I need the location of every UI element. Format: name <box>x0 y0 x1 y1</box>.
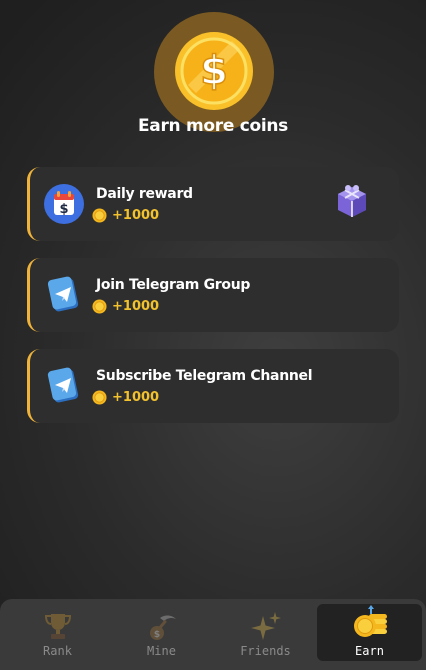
task-label: Daily reward <box>96 186 193 202</box>
task-reward: +1000 <box>92 299 159 314</box>
nav-label: Rank <box>43 644 72 658</box>
pickaxe-icon: $ <box>149 615 176 640</box>
coin-icon <box>92 299 107 314</box>
task-subscribe-telegram-channel[interactable]: Subscribe Telegram Channel +1000 <box>27 349 399 423</box>
coin-icon <box>92 390 107 405</box>
reward-amount: +1000 <box>112 390 160 405</box>
sparkles-icon <box>250 612 281 640</box>
nav-label: Friends <box>240 644 291 658</box>
task-join-telegram-group[interactable]: Join Telegram Group +1000 <box>27 258 399 332</box>
nav-item-earn[interactable]: Earn <box>317 604 422 661</box>
task-label: Subscribe Telegram Channel <box>96 368 313 384</box>
gift-box-icon <box>338 185 366 217</box>
gold-dollar-coin-icon: $ <box>175 32 253 110</box>
header: $ Earn more coins <box>0 0 426 150</box>
nav-item-rank[interactable]: Rank <box>5 604 110 661</box>
reward-amount: +1000 <box>112 208 160 223</box>
coin-icon <box>92 208 107 223</box>
svg-text:$: $ <box>200 48 228 94</box>
nav-item-friends[interactable]: Friends <box>213 604 318 661</box>
svg-text:$: $ <box>153 630 159 640</box>
telegram-icon <box>47 276 79 312</box>
trophy-icon <box>44 614 71 639</box>
nav-item-mine[interactable]: $ Mine <box>109 604 214 661</box>
calendar-dollar-icon: $ <box>44 184 84 224</box>
task-reward: +1000 <box>92 390 159 405</box>
task-daily-reward[interactable]: $ Daily reward +1000 <box>27 167 399 241</box>
bottom-nav: Rank $ Mine Friends Earn <box>0 599 426 670</box>
nav-label: Mine <box>147 644 176 658</box>
coin-stack-icon <box>353 605 387 637</box>
task-reward: +1000 <box>92 208 159 223</box>
page-title: Earn more coins <box>137 116 289 136</box>
nav-label: Earn <box>355 644 384 658</box>
telegram-icon <box>47 367 79 403</box>
reward-amount: +1000 <box>112 299 160 314</box>
svg-text:$: $ <box>59 202 68 217</box>
task-label: Join Telegram Group <box>96 277 251 293</box>
